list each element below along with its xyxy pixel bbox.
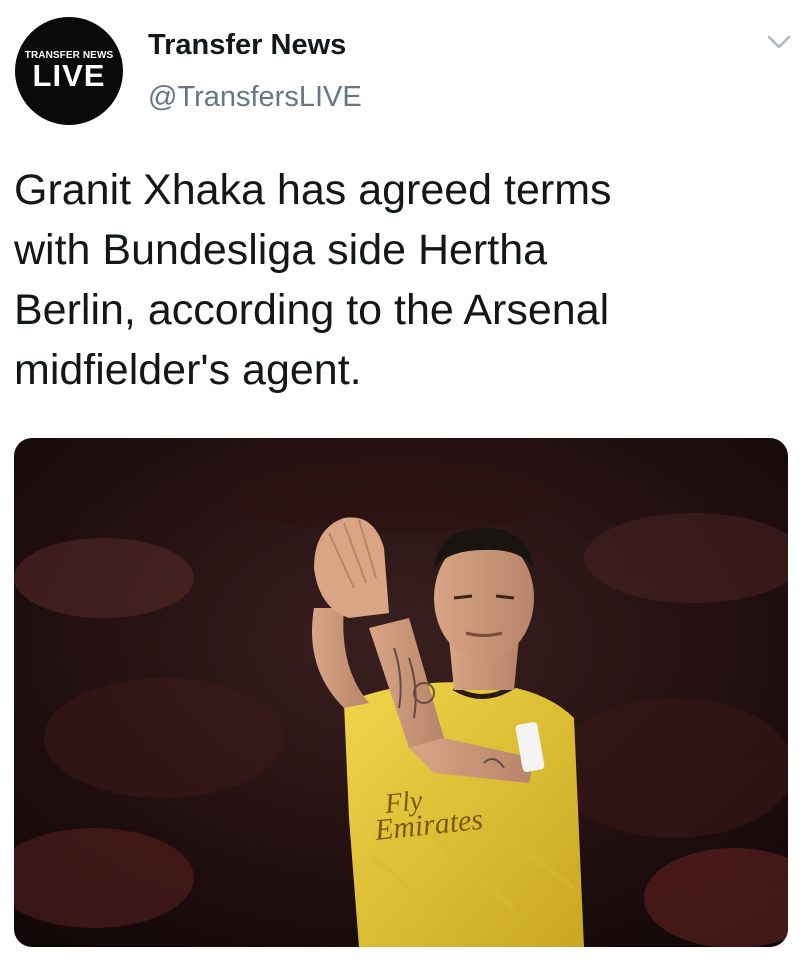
user-handle[interactable]: @TransfersLIVE xyxy=(148,80,362,114)
chevron-down-icon[interactable] xyxy=(766,33,792,51)
avatar-text-bottom: LIVE xyxy=(32,57,106,93)
tweet-text: Granit Xhaka has agreed terms with Bunde… xyxy=(14,166,612,394)
tweet-photo[interactable]: Fly Emirates xyxy=(14,438,788,947)
display-name[interactable]: Transfer News xyxy=(148,28,346,62)
player-photo: Fly Emirates xyxy=(14,438,788,947)
avatar[interactable]: TRANSFER NEWS LIVE xyxy=(15,17,123,125)
tweet-card: TRANSFER NEWS LIVE Transfer News @Transf… xyxy=(0,0,800,976)
